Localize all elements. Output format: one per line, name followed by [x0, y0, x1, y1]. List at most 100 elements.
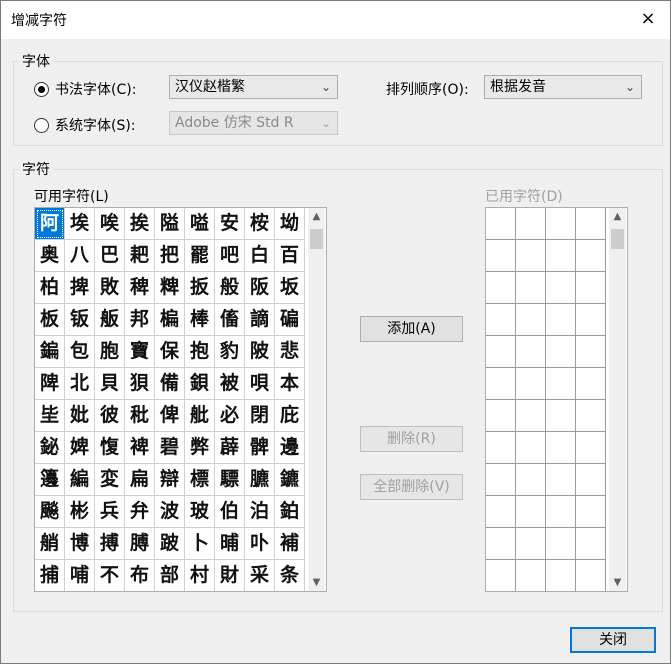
used-char-cell[interactable] [486, 400, 516, 432]
char-cell[interactable]: 舨 [95, 304, 125, 336]
char-cell[interactable]: 楄 [155, 304, 185, 336]
used-char-cell[interactable] [486, 240, 516, 272]
char-cell[interactable]: 臕 [245, 464, 275, 496]
char-cell[interactable]: 狽 [125, 368, 155, 400]
char-cell[interactable]: 陂 [245, 336, 275, 368]
char-cell[interactable]: 鑣 [275, 464, 305, 496]
used-char-cell[interactable] [486, 208, 516, 240]
char-cell[interactable]: 卜 [185, 528, 215, 560]
char-cell[interactable]: 耙 [125, 240, 155, 272]
char-cell[interactable]: 唄 [245, 368, 275, 400]
char-cell[interactable]: 鉑 [275, 496, 305, 528]
used-char-cell[interactable] [576, 272, 606, 304]
used-char-cell[interactable] [546, 272, 576, 304]
char-cell[interactable]: 妣 [65, 400, 95, 432]
char-cell[interactable]: 村 [185, 560, 215, 591]
char-cell[interactable]: 板 [35, 304, 65, 336]
char-cell[interactable]: 般 [215, 272, 245, 304]
char-cell[interactable]: 豹 [215, 336, 245, 368]
char-cell[interactable]: 坂 [275, 272, 305, 304]
used-char-cell[interactable] [516, 304, 546, 336]
char-cell[interactable]: 辯 [155, 464, 185, 496]
used-char-cell[interactable] [576, 240, 606, 272]
char-cell[interactable]: 髀 [245, 432, 275, 464]
char-cell[interactable]: 秕 [125, 400, 155, 432]
calligraphy-font-radio[interactable]: 书法字体(C): [34, 79, 136, 99]
char-cell[interactable]: 钣 [65, 304, 95, 336]
used-char-cell[interactable] [486, 496, 516, 528]
char-cell[interactable]: 傗 [215, 304, 245, 336]
close-icon[interactable]: × [638, 9, 658, 29]
used-char-cell[interactable] [546, 208, 576, 240]
char-cell[interactable]: 裨 [125, 432, 155, 464]
used-char-cell[interactable] [576, 496, 606, 528]
char-cell[interactable]: 柏 [35, 272, 65, 304]
radio-unchecked-icon[interactable] [34, 117, 49, 133]
char-cell[interactable]: 籩 [35, 464, 65, 496]
char-cell[interactable]: 彬 [65, 496, 95, 528]
used-char-cell[interactable] [546, 304, 576, 336]
char-cell[interactable]: 不 [95, 560, 125, 591]
used-char-cell[interactable] [486, 464, 516, 496]
char-cell[interactable]: 哺 [65, 560, 95, 591]
char-cell[interactable]: 膊 [125, 528, 155, 560]
char-cell[interactable]: 謫 [245, 304, 275, 336]
char-cell[interactable]: 編 [65, 464, 95, 496]
char-cell[interactable]: 財 [215, 560, 245, 591]
used-char-cell[interactable] [546, 528, 576, 560]
char-cell[interactable]: 庇 [275, 400, 305, 432]
available-chars-scrollbar[interactable]: ▲ ▼ [308, 208, 325, 591]
used-char-cell[interactable] [576, 560, 606, 591]
remove-button[interactable]: 删除(R) [360, 426, 463, 452]
char-cell[interactable]: 挨 [125, 208, 155, 240]
char-cell[interactable]: 碧 [155, 432, 185, 464]
remove-all-button[interactable]: 全部删除(V) [360, 474, 463, 500]
used-chars-grid[interactable] [485, 207, 628, 592]
used-char-cell[interactable] [486, 432, 516, 464]
char-cell[interactable]: 抱 [185, 336, 215, 368]
char-cell[interactable]: 舭 [185, 400, 215, 432]
char-cell[interactable]: 悲 [275, 336, 305, 368]
used-char-cell[interactable] [486, 560, 516, 591]
char-cell[interactable]: 保 [155, 336, 185, 368]
char-cell[interactable]: 博 [65, 528, 95, 560]
sort-order-select[interactable]: 根据发音 ⌄ [484, 75, 642, 99]
used-char-cell[interactable] [546, 496, 576, 528]
used-char-cell[interactable] [516, 432, 546, 464]
char-cell[interactable]: 坒 [35, 400, 65, 432]
char-cell[interactable]: 扳 [185, 272, 215, 304]
scroll-down-icon[interactable]: ▼ [308, 574, 325, 591]
add-button[interactable]: 添加(A) [360, 316, 463, 342]
char-cell[interactable]: 貝 [95, 368, 125, 400]
char-cell[interactable]: 搏 [95, 528, 125, 560]
used-char-cell[interactable] [516, 272, 546, 304]
scroll-up-icon[interactable]: ▲ [609, 208, 626, 225]
used-char-cell[interactable] [576, 208, 606, 240]
char-cell[interactable]: 玻 [185, 496, 215, 528]
used-char-cell[interactable] [576, 304, 606, 336]
char-cell[interactable]: 標 [185, 464, 215, 496]
char-cell[interactable]: 婢 [65, 432, 95, 464]
char-cell[interactable]: 胞 [95, 336, 125, 368]
char-cell[interactable]: 捕 [35, 560, 65, 591]
char-cell[interactable]: 阪 [245, 272, 275, 304]
system-font-radio[interactable]: 系统字体(S): [34, 115, 136, 135]
char-cell[interactable]: 棒 [185, 304, 215, 336]
used-char-cell[interactable] [546, 560, 576, 591]
calligraphy-font-select[interactable]: 汉仪赵楷繁 ⌄ [169, 75, 338, 99]
char-cell[interactable]: 敗 [95, 272, 125, 304]
char-cell[interactable]: 桉 [245, 208, 275, 240]
char-cell[interactable]: 波 [155, 496, 185, 528]
used-chars-scrollbar[interactable]: ▲ ▼ [609, 208, 626, 591]
char-cell[interactable]: 条 [275, 560, 305, 591]
used-char-cell[interactable] [546, 464, 576, 496]
used-char-cell[interactable] [576, 464, 606, 496]
char-cell[interactable]: 変 [95, 464, 125, 496]
used-char-cell[interactable] [486, 272, 516, 304]
char-cell[interactable]: 捭 [65, 272, 95, 304]
char-cell[interactable]: 飈 [35, 496, 65, 528]
used-char-cell[interactable] [546, 336, 576, 368]
used-char-cell[interactable] [576, 432, 606, 464]
char-cell[interactable]: 八 [65, 240, 95, 272]
char-cell[interactable]: 卟 [245, 528, 275, 560]
